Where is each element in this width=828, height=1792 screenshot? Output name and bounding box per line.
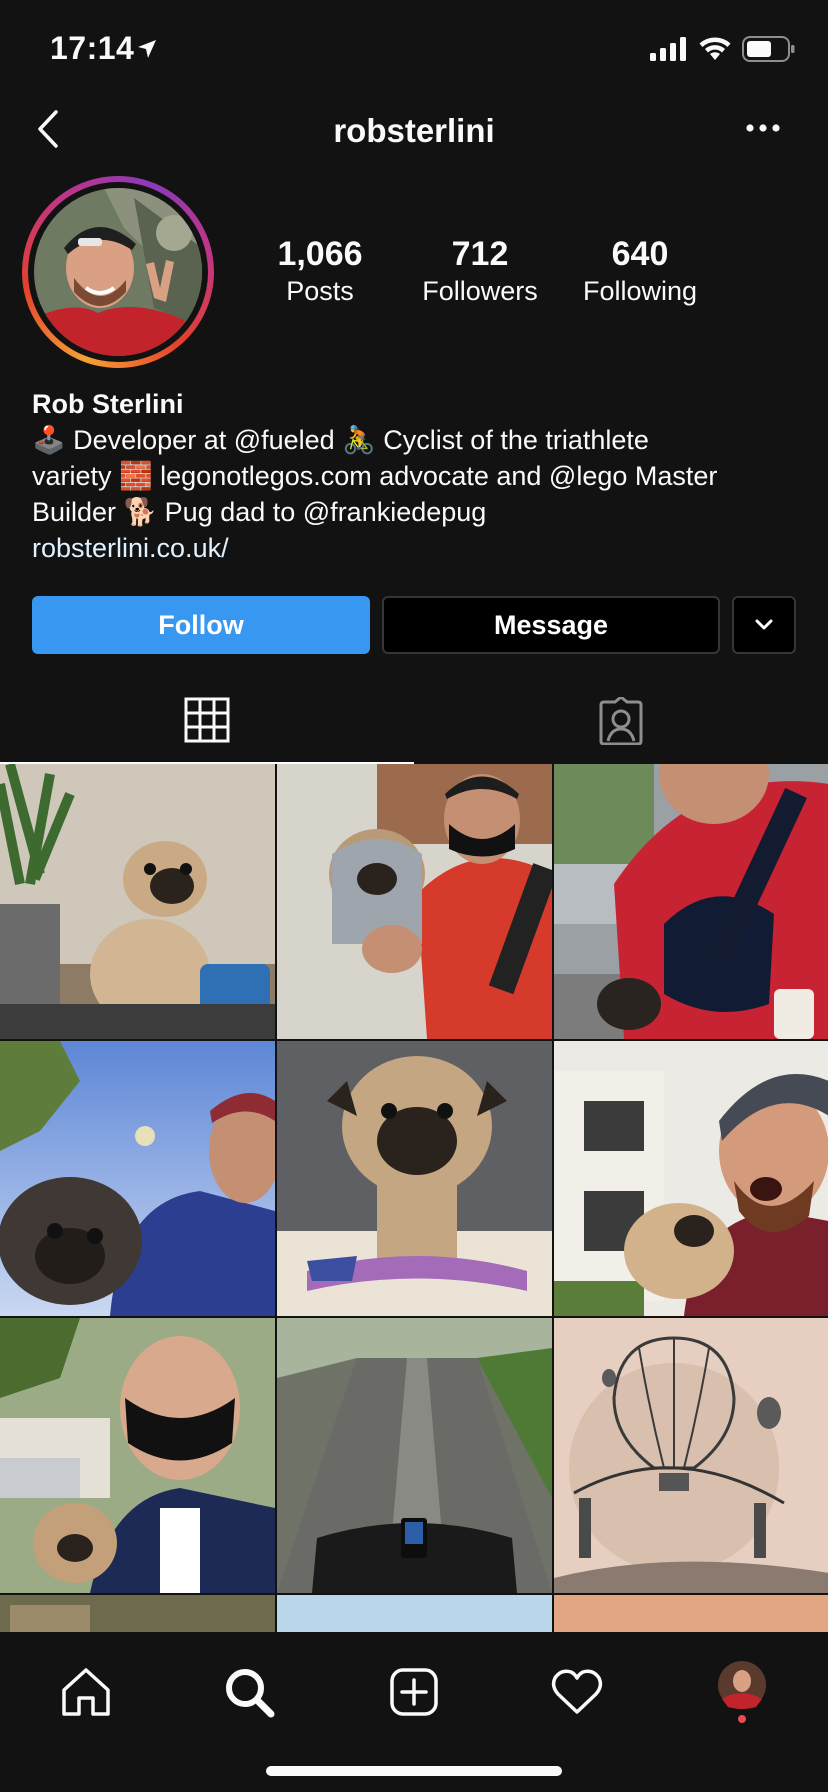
profile-avatar bbox=[34, 188, 202, 356]
home-icon bbox=[62, 1668, 110, 1716]
grid-post[interactable] bbox=[0, 764, 275, 1039]
nav-new-post[interactable] bbox=[374, 1652, 454, 1732]
grid-post[interactable] bbox=[0, 1041, 275, 1316]
follow-button[interactable]: Follow bbox=[32, 596, 370, 654]
profile-header: robsterlini bbox=[0, 96, 828, 170]
battery-icon bbox=[742, 36, 795, 62]
chevron-down-icon bbox=[755, 619, 773, 630]
status-bar: 17:14 bbox=[0, 0, 828, 100]
profile-avatar-icon bbox=[718, 1661, 766, 1723]
signal-icon bbox=[650, 37, 686, 61]
profile-stats: 1,066 Posts 712 Followers 640 Following bbox=[240, 234, 800, 308]
following-stat[interactable]: 640 Following bbox=[560, 234, 720, 308]
followers-label: Followers bbox=[422, 276, 538, 306]
suggested-accounts-button[interactable] bbox=[732, 596, 796, 654]
message-button[interactable]: Message bbox=[382, 596, 720, 654]
profile-name: Rob Sterlini bbox=[32, 389, 184, 419]
bottom-tab-bar bbox=[0, 1632, 828, 1792]
website-link[interactable]: robsterlini.co.uk/ bbox=[32, 530, 802, 566]
grid-post[interactable] bbox=[554, 1595, 828, 1634]
location-arrow-icon bbox=[138, 40, 156, 58]
grid-post[interactable] bbox=[554, 1041, 828, 1316]
story-ring[interactable] bbox=[22, 176, 214, 368]
posts-count: 1,066 bbox=[277, 235, 363, 273]
nav-search[interactable] bbox=[209, 1652, 289, 1732]
profile-tabs bbox=[0, 678, 828, 764]
followers-count: 712 bbox=[451, 235, 509, 273]
add-post-icon bbox=[390, 1668, 438, 1716]
grid-post[interactable] bbox=[554, 1318, 828, 1593]
heart-icon bbox=[551, 1669, 603, 1714]
grid-post[interactable] bbox=[554, 764, 828, 1039]
tab-grid[interactable] bbox=[0, 678, 414, 764]
bio-line: Builder 🐕 Pug dad to @frankiedepug bbox=[32, 497, 487, 527]
bio-line: 🕹️ Developer at @fueled 🚴 Cyclist of the… bbox=[32, 425, 649, 455]
grid-post[interactable] bbox=[0, 1595, 275, 1634]
nav-home[interactable] bbox=[46, 1652, 126, 1732]
grid-icon bbox=[184, 697, 230, 743]
following-label: Following bbox=[582, 276, 698, 306]
username-title: robsterlini bbox=[333, 112, 495, 149]
home-indicator bbox=[266, 1766, 562, 1776]
status-time: 17:14 bbox=[50, 30, 135, 66]
grid-post[interactable] bbox=[0, 1318, 275, 1593]
grid-post[interactable] bbox=[277, 1318, 552, 1593]
grid-post[interactable] bbox=[277, 1041, 552, 1316]
posts-grid bbox=[0, 764, 828, 1634]
grid-post[interactable] bbox=[277, 764, 552, 1039]
tab-tagged[interactable] bbox=[414, 678, 828, 764]
more-options-icon[interactable] bbox=[746, 118, 780, 138]
bio-line: variety 🧱 legonotlegos.com advocate and … bbox=[32, 461, 718, 491]
followers-stat[interactable]: 712 Followers bbox=[400, 234, 560, 308]
grid-post[interactable] bbox=[277, 1595, 552, 1634]
nav-profile[interactable] bbox=[702, 1652, 782, 1732]
nav-activity[interactable] bbox=[537, 1652, 617, 1732]
tagged-person-icon bbox=[599, 697, 643, 745]
following-count: 640 bbox=[611, 235, 669, 273]
wifi-icon bbox=[699, 37, 731, 60]
search-icon bbox=[226, 1669, 275, 1718]
posts-label: Posts bbox=[286, 276, 354, 306]
posts-stat[interactable]: 1,066 Posts bbox=[240, 234, 400, 308]
status-right bbox=[650, 36, 796, 62]
profile-bio: Rob Sterlini 🕹️ Developer at @fueled 🚴 C… bbox=[32, 386, 802, 566]
